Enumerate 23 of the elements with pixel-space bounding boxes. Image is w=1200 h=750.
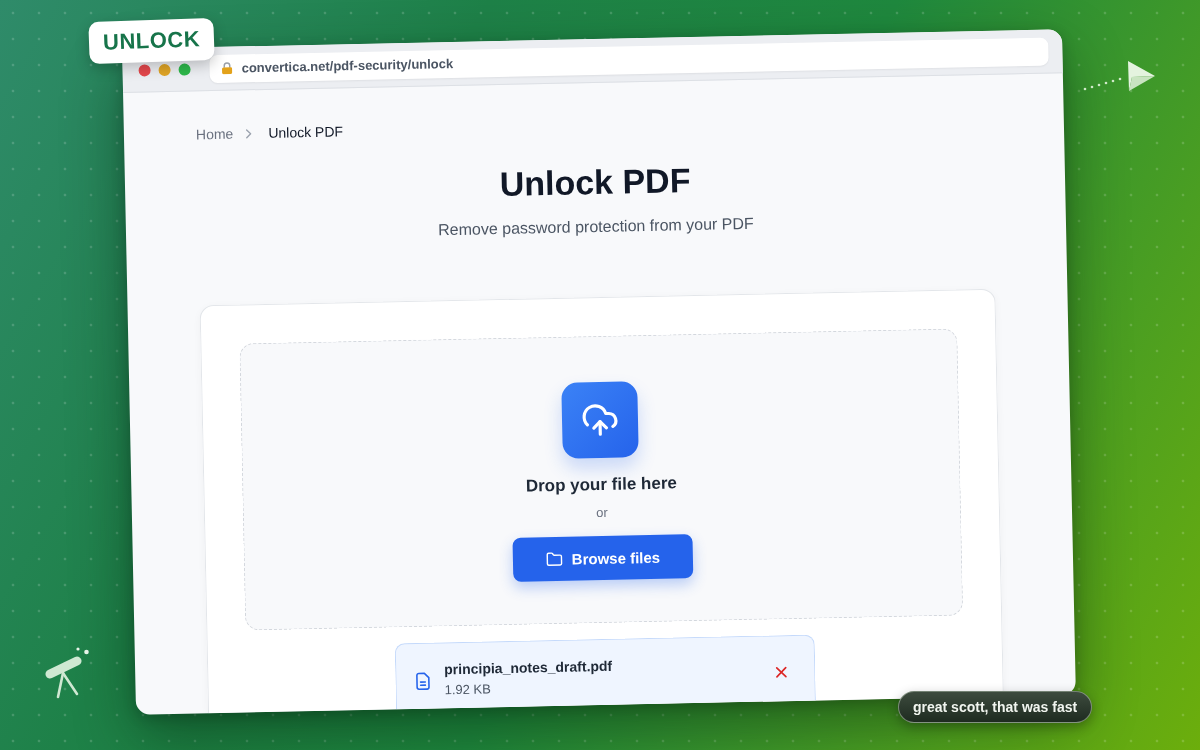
window-control-icon[interactable] [158,63,171,76]
file-name: principia_notes_draft.pdf [444,656,614,680]
lock-icon [221,61,233,75]
drop-zone[interactable]: Drop your file here or Browse files [239,328,964,631]
window-control-icon[interactable] [178,63,191,76]
address-bar[interactable]: convertica.net/pdf-security/unlock [209,37,1049,83]
or-label: or [596,503,608,523]
breadcrumb-link[interactable]: Home [195,123,234,145]
folder-icon [545,550,563,568]
paper-plane-icon [1082,60,1156,92]
window-control-icon[interactable] [138,63,151,77]
cloud-upload-icon [561,381,639,459]
browse-files-button[interactable]: Browse files [512,534,694,582]
breadcrumb-current: Unlock PDF [268,122,344,143]
telescope-icon [44,646,92,700]
file-size: 1.92 KB [444,680,493,700]
title-badge: UNLOCK [88,17,215,65]
drop-heading: Drop your file here [525,472,678,498]
page-subtitle: Remove password protection from your PDF [437,213,754,241]
chevron-right-icon [245,127,253,139]
document-icon [413,671,433,691]
page-title: Unlock PDF [499,160,691,205]
toast-message: great scott, that was fast [898,691,1093,723]
